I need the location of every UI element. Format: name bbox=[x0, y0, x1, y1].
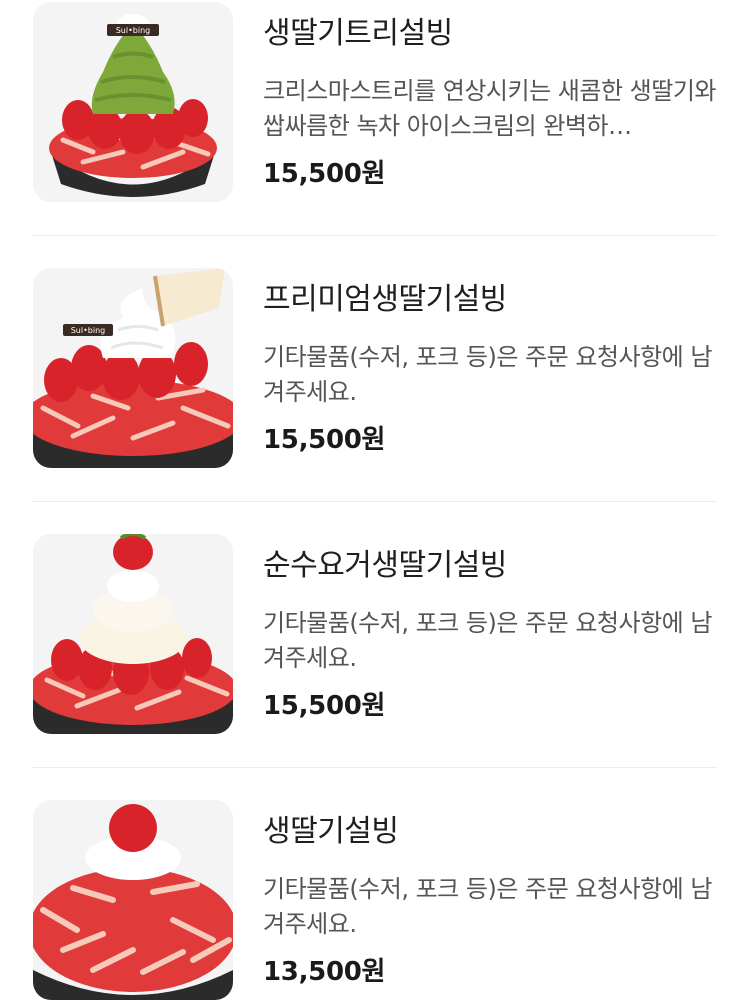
menu-item-name: 생딸기설빙 bbox=[263, 814, 399, 849]
menu-item-description: 기타물품(수저, 포크 등)은 주문 요청사항에 남겨주세요. bbox=[263, 343, 712, 406]
menu-item[interactable]: 순수요거생딸기설빙 기타물품(수저, 포크 등)은 주문 요청사항에 남겨주세요… bbox=[33, 534, 717, 734]
menu-item-price: 15,500원 bbox=[263, 425, 386, 455]
menu-item-info: 생딸기설빙 기타물품(수저, 포크 등)은 주문 요청사항에 남겨주세요. 13… bbox=[263, 800, 717, 988]
menu-item-info: 프리미엄생딸기설빙 기타물품(수저, 포크 등)은 주문 요청사항에 남겨주세요… bbox=[263, 268, 717, 456]
premium-strawberry-bingsu-image[interactable]: Sul•bing bbox=[33, 268, 233, 468]
strawberry-bingsu-image[interactable] bbox=[33, 800, 233, 1000]
menu-item[interactable]: Sul•bing 생딸기트리설빙 크리스마스트리를 연상시키는 새콤한 생딸기와… bbox=[33, 2, 717, 202]
menu-item[interactable]: Sul•bing 프리미엄생딸기설빙 기타물품(수저, 포크 등)은 주문 요청… bbox=[33, 268, 717, 468]
menu-item-description: 기타물품(수저, 포크 등)은 주문 요청사항에 남겨주세요. bbox=[263, 875, 712, 938]
menu-item-info: 생딸기트리설빙 크리스마스트리를 연상시키는 새콤한 생딸기와 쌉싸름한 녹차 … bbox=[263, 2, 717, 190]
strawberry-matcha-bingsu-image[interactable]: Sul•bing bbox=[33, 2, 233, 202]
menu-item-name: 프리미엄생딸기설빙 bbox=[263, 282, 507, 317]
divider bbox=[33, 501, 717, 502]
menu-item-description: 기타물품(수저, 포크 등)은 주문 요청사항에 남겨주세요. bbox=[263, 609, 712, 672]
menu-item-name: 생딸기트리설빙 bbox=[263, 16, 453, 51]
menu-item-price: 15,500원 bbox=[263, 159, 386, 189]
divider bbox=[33, 235, 717, 236]
menu-item-name: 순수요거생딸기설빙 bbox=[263, 548, 507, 583]
logo-text: Sul•bing bbox=[71, 326, 106, 335]
menu-item-price: 13,500원 bbox=[263, 957, 386, 987]
divider bbox=[33, 767, 717, 768]
menu-item-price: 15,500원 bbox=[263, 691, 386, 721]
menu-item-info: 순수요거생딸기설빙 기타물품(수저, 포크 등)은 주문 요청사항에 남겨주세요… bbox=[263, 534, 717, 722]
yogurt-strawberry-bingsu-image[interactable] bbox=[33, 534, 233, 734]
menu-item-description: 크리스마스트리를 연상시키는 새콤한 생딸기와 쌉싸름한 녹차 아이스크림의 완… bbox=[263, 77, 717, 140]
logo-text: Sul•bing bbox=[116, 26, 151, 35]
menu-item[interactable]: 생딸기설빙 기타물품(수저, 포크 등)은 주문 요청사항에 남겨주세요. 13… bbox=[33, 800, 717, 1000]
menu-list: Sul•bing 생딸기트리설빙 크리스마스트리를 연상시키는 새콤한 생딸기와… bbox=[0, 0, 750, 1002]
